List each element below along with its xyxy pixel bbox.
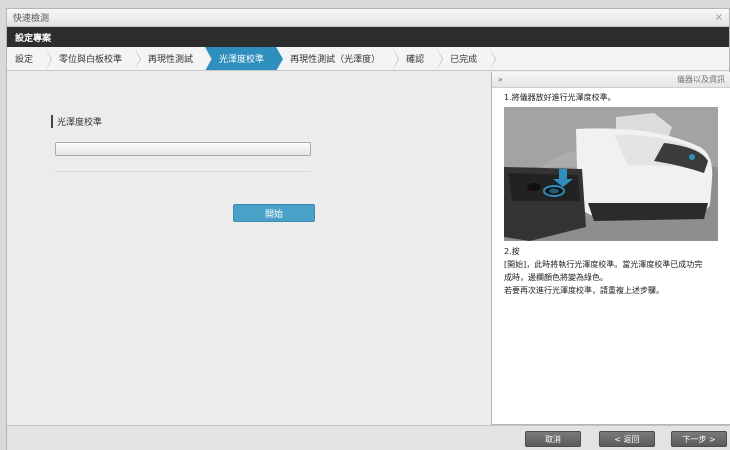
step-zero-white-calibration[interactable]: 零位與白板校準 [45, 47, 142, 71]
calibration-progress-bar [55, 142, 311, 156]
next-button[interactable]: 下一步 > [671, 431, 727, 447]
footer-bar: 取消 < 返回 下一步 > [7, 425, 730, 450]
step-label: 光澤度校準 [219, 55, 265, 65]
step-settings[interactable]: 設定 [7, 47, 53, 71]
page-title: 設定專案 [15, 33, 52, 44]
step-repeatability-test[interactable]: 再現性測試 [134, 47, 213, 71]
divider [55, 171, 311, 172]
instruction-step-2-line: [開始]，此時將執行光澤度校準。當光澤度校準已成功完 [504, 260, 703, 269]
step-label: 已完成 [450, 55, 478, 65]
info-panel-body: 1.將儀器放好進行光澤度校準。 2.按 [開始]，此時將執行光澤度校準。當光澤度… [492, 88, 730, 297]
step-navigation: 設定 零位與白板校準 再現性測試 光澤度校準 再現性測試（光澤度） 確認 已完成 [7, 47, 729, 71]
step-label: 零位與白板校準 [59, 55, 123, 65]
step-label: 確認 [406, 55, 425, 65]
quick-inspection-window: 快速檢測 × 設定專案 設定 零位與白板校準 再現性測試 光澤度校準 再現性測試… [6, 8, 730, 450]
info-panel-title: 儀器以及資訊 [677, 75, 725, 84]
section-label: 光澤度校準 [51, 115, 102, 128]
step-completed[interactable]: 已完成 [436, 47, 497, 71]
instrument-illustration [504, 107, 718, 241]
start-button[interactable]: 開始 [233, 204, 315, 222]
step-label: 再現性測試 [148, 55, 194, 65]
instruction-step-2-line: 若要再次進行光澤度校準，請重複上述步驟。 [504, 286, 664, 295]
instruction-step-2-line: 成時，邊欄顏色將變為綠色。 [504, 273, 608, 282]
instruction-step-2-title: 2.按 [504, 247, 520, 256]
close-icon[interactable]: × [715, 12, 723, 23]
info-panel-header: » 儀器以及資訊 [492, 72, 730, 88]
info-panel: » 儀器以及資訊 1.將儀器放好進行光澤度校準。 2.按 [開始]，此時將執行光… [491, 72, 730, 425]
main-content: 光澤度校準 開始 [7, 72, 491, 425]
step-gloss-repeatability-test[interactable]: 再現性測試（光澤度） [276, 47, 400, 71]
back-button[interactable]: < 返回 [599, 431, 655, 447]
step-label: 設定 [15, 55, 34, 65]
title-bar: 快速檢測 × [7, 9, 729, 27]
step-label: 再現性測試（光澤度） [290, 55, 381, 65]
instruction-step-1: 1.將儀器放好進行光澤度校準。 [504, 93, 616, 102]
window-title: 快速檢測 [13, 14, 50, 24]
cancel-button[interactable]: 取消 [525, 431, 581, 447]
page-header: 設定專案 [7, 27, 729, 47]
collapse-icon[interactable]: » [498, 75, 503, 84]
step-gloss-calibration[interactable]: 光澤度校準 [205, 47, 284, 71]
